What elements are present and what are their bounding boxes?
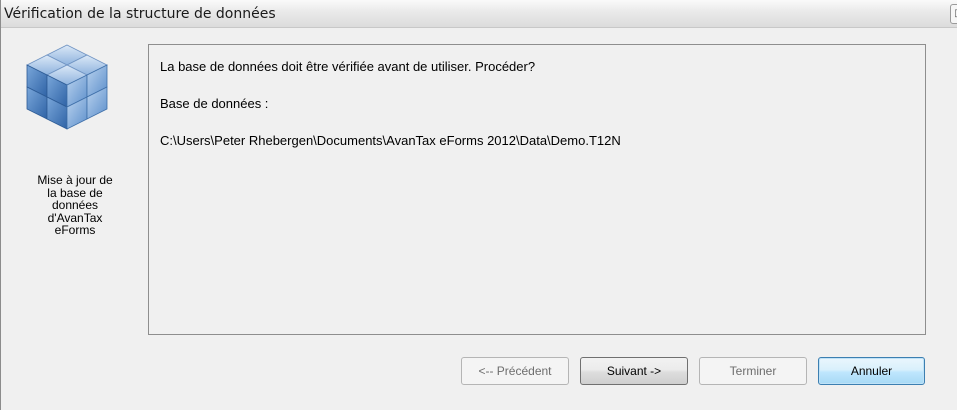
cancel-button[interactable]: Annuler (818, 357, 925, 385)
previous-button[interactable]: <-- Précédent (461, 357, 569, 385)
database-cube-icon (26, 44, 108, 130)
database-path: C:\Users\Peter Rhebergen\Documents\AvanT… (160, 133, 621, 148)
finish-button[interactable]: Terminer (699, 357, 807, 385)
sidebar-caption: Mise à jour de la base de données d'Avan… (37, 173, 113, 237)
next-button[interactable]: Suivant -> (580, 357, 688, 385)
title-bar[interactable]: Vérification de la structure de données … (1, 0, 957, 28)
wizard-window: Vérification de la structure de données … (0, 0, 957, 410)
verification-prompt: La base de données doit être vérifiée av… (160, 59, 536, 74)
content-panel: La base de données doit être vérifiée av… (148, 44, 926, 335)
window-title: Vérification de la structure de données (4, 6, 276, 22)
database-label: Base de données : (160, 96, 269, 111)
wizard-sidebar: Mise à jour de la base de données d'Avan… (1, 29, 148, 359)
window-control-button[interactable]: ▯ (950, 4, 957, 24)
